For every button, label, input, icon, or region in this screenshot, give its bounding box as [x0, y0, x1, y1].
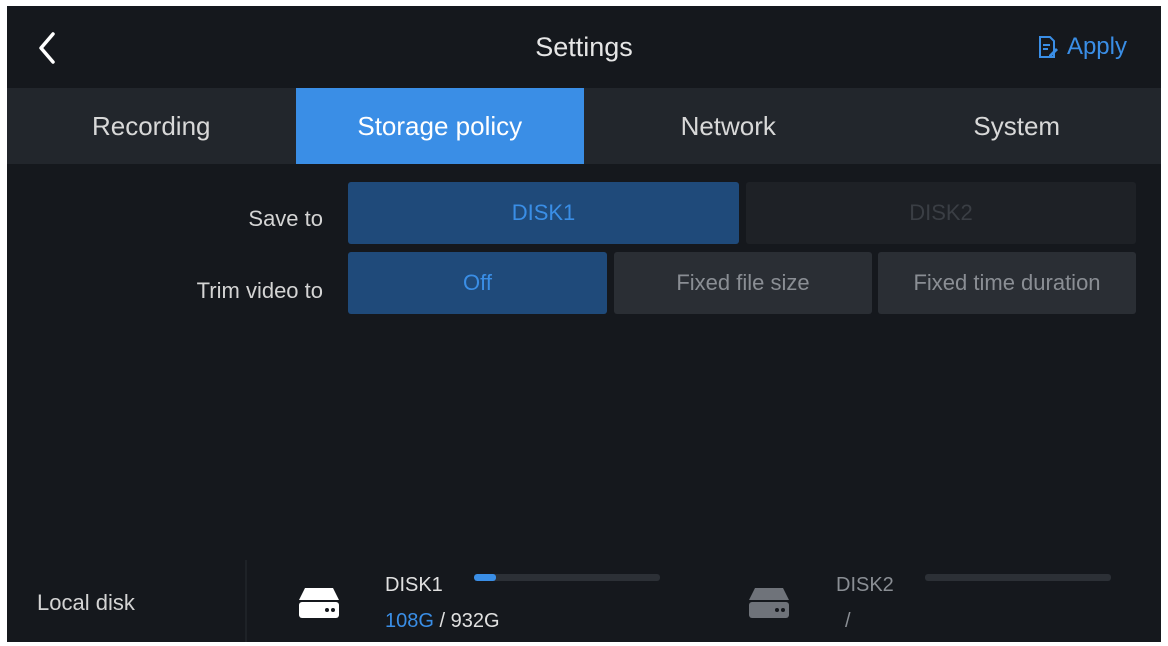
- tab-recording[interactable]: Recording: [7, 88, 296, 164]
- local-disk-label: Local disk: [37, 590, 135, 615]
- document-edit-icon: [1038, 36, 1058, 58]
- disk1-usage-bar: [474, 574, 660, 581]
- tab-network[interactable]: Network: [584, 88, 873, 164]
- trim-fixed-file-size-option[interactable]: Fixed file size: [614, 252, 872, 314]
- trim-fixed-time-duration-option[interactable]: Fixed time duration: [878, 252, 1136, 314]
- chevron-left-icon: [39, 32, 55, 64]
- tab-storage-policy[interactable]: Storage policy: [295, 88, 584, 164]
- apply-button[interactable]: Apply: [1037, 30, 1127, 64]
- divider: [245, 560, 247, 642]
- settings-screen: Settings Apply Recording Storage policy …: [7, 6, 1161, 642]
- save-to-disk1-option[interactable]: DISK1: [348, 182, 739, 244]
- disk2-usage-bar: [925, 574, 1111, 581]
- disk1-usage-fill: [474, 574, 496, 581]
- disk1-name: DISK1: [385, 574, 443, 596]
- tab-system[interactable]: System: [873, 88, 1162, 164]
- disk1-used: 108G: [385, 610, 434, 632]
- save-to-label: Save to: [248, 206, 323, 231]
- disk2-capacity: /: [845, 610, 851, 633]
- trim-off-option[interactable]: Off: [348, 252, 607, 314]
- trim-video-label: Trim video to: [196, 278, 323, 303]
- disk1-total: 932G: [450, 610, 500, 632]
- disk1-capacity: 108G / 932G: [385, 610, 500, 633]
- hard-drive-icon: [299, 588, 339, 618]
- disk1-separator: /: [433, 610, 451, 632]
- back-button[interactable]: [33, 30, 63, 66]
- hard-drive-icon: [749, 588, 789, 618]
- disk2-separator: /: [845, 610, 851, 632]
- tab-bar: Recording Storage policy Network System: [7, 88, 1161, 164]
- header-bar: Settings Apply: [7, 6, 1161, 88]
- local-disk-panel: Local disk DISK1 108G / 932G DISK2 /: [7, 560, 1161, 642]
- save-to-disk2-option[interactable]: DISK2: [746, 182, 1136, 244]
- page-title: Settings: [535, 32, 633, 62]
- disk2-name: DISK2: [836, 574, 894, 596]
- apply-label: Apply: [1066, 33, 1127, 60]
